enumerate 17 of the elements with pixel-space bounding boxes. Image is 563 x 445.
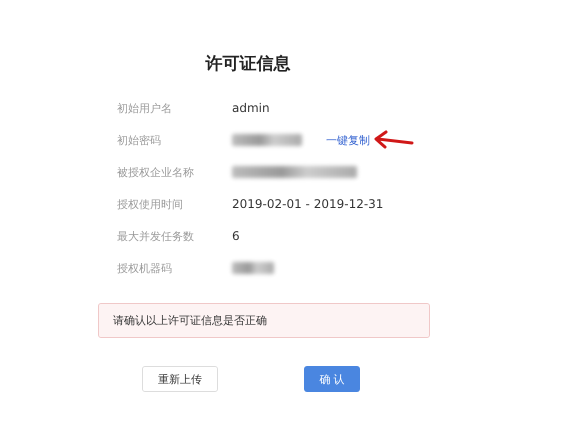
dialog-title: 许可证信息 bbox=[204, 53, 292, 75]
field-label: 被授权企业名称 bbox=[117, 164, 195, 180]
copy-link[interactable]: 一键复制 bbox=[326, 132, 370, 148]
field-value: 2019-02-01 - 2019-12-31 bbox=[232, 197, 384, 211]
blurred-value bbox=[232, 134, 302, 146]
field-value: 6 bbox=[232, 229, 240, 243]
field-label: 初始密码 bbox=[117, 132, 162, 148]
field-label: 初始用户名 bbox=[117, 100, 173, 116]
arrow-icon bbox=[372, 130, 414, 150]
field-label: 最大并发任务数 bbox=[117, 228, 195, 244]
alert-message: 请确认以上许可证信息是否正确 bbox=[98, 303, 430, 338]
field-label: 授权机器码 bbox=[117, 260, 173, 276]
field-value: admin bbox=[232, 101, 270, 115]
reupload-button[interactable]: 重新上传 bbox=[142, 366, 218, 392]
field-label: 授权使用时间 bbox=[117, 196, 184, 212]
blurred-value bbox=[232, 262, 274, 274]
confirm-button[interactable]: 确 认 bbox=[304, 366, 360, 392]
